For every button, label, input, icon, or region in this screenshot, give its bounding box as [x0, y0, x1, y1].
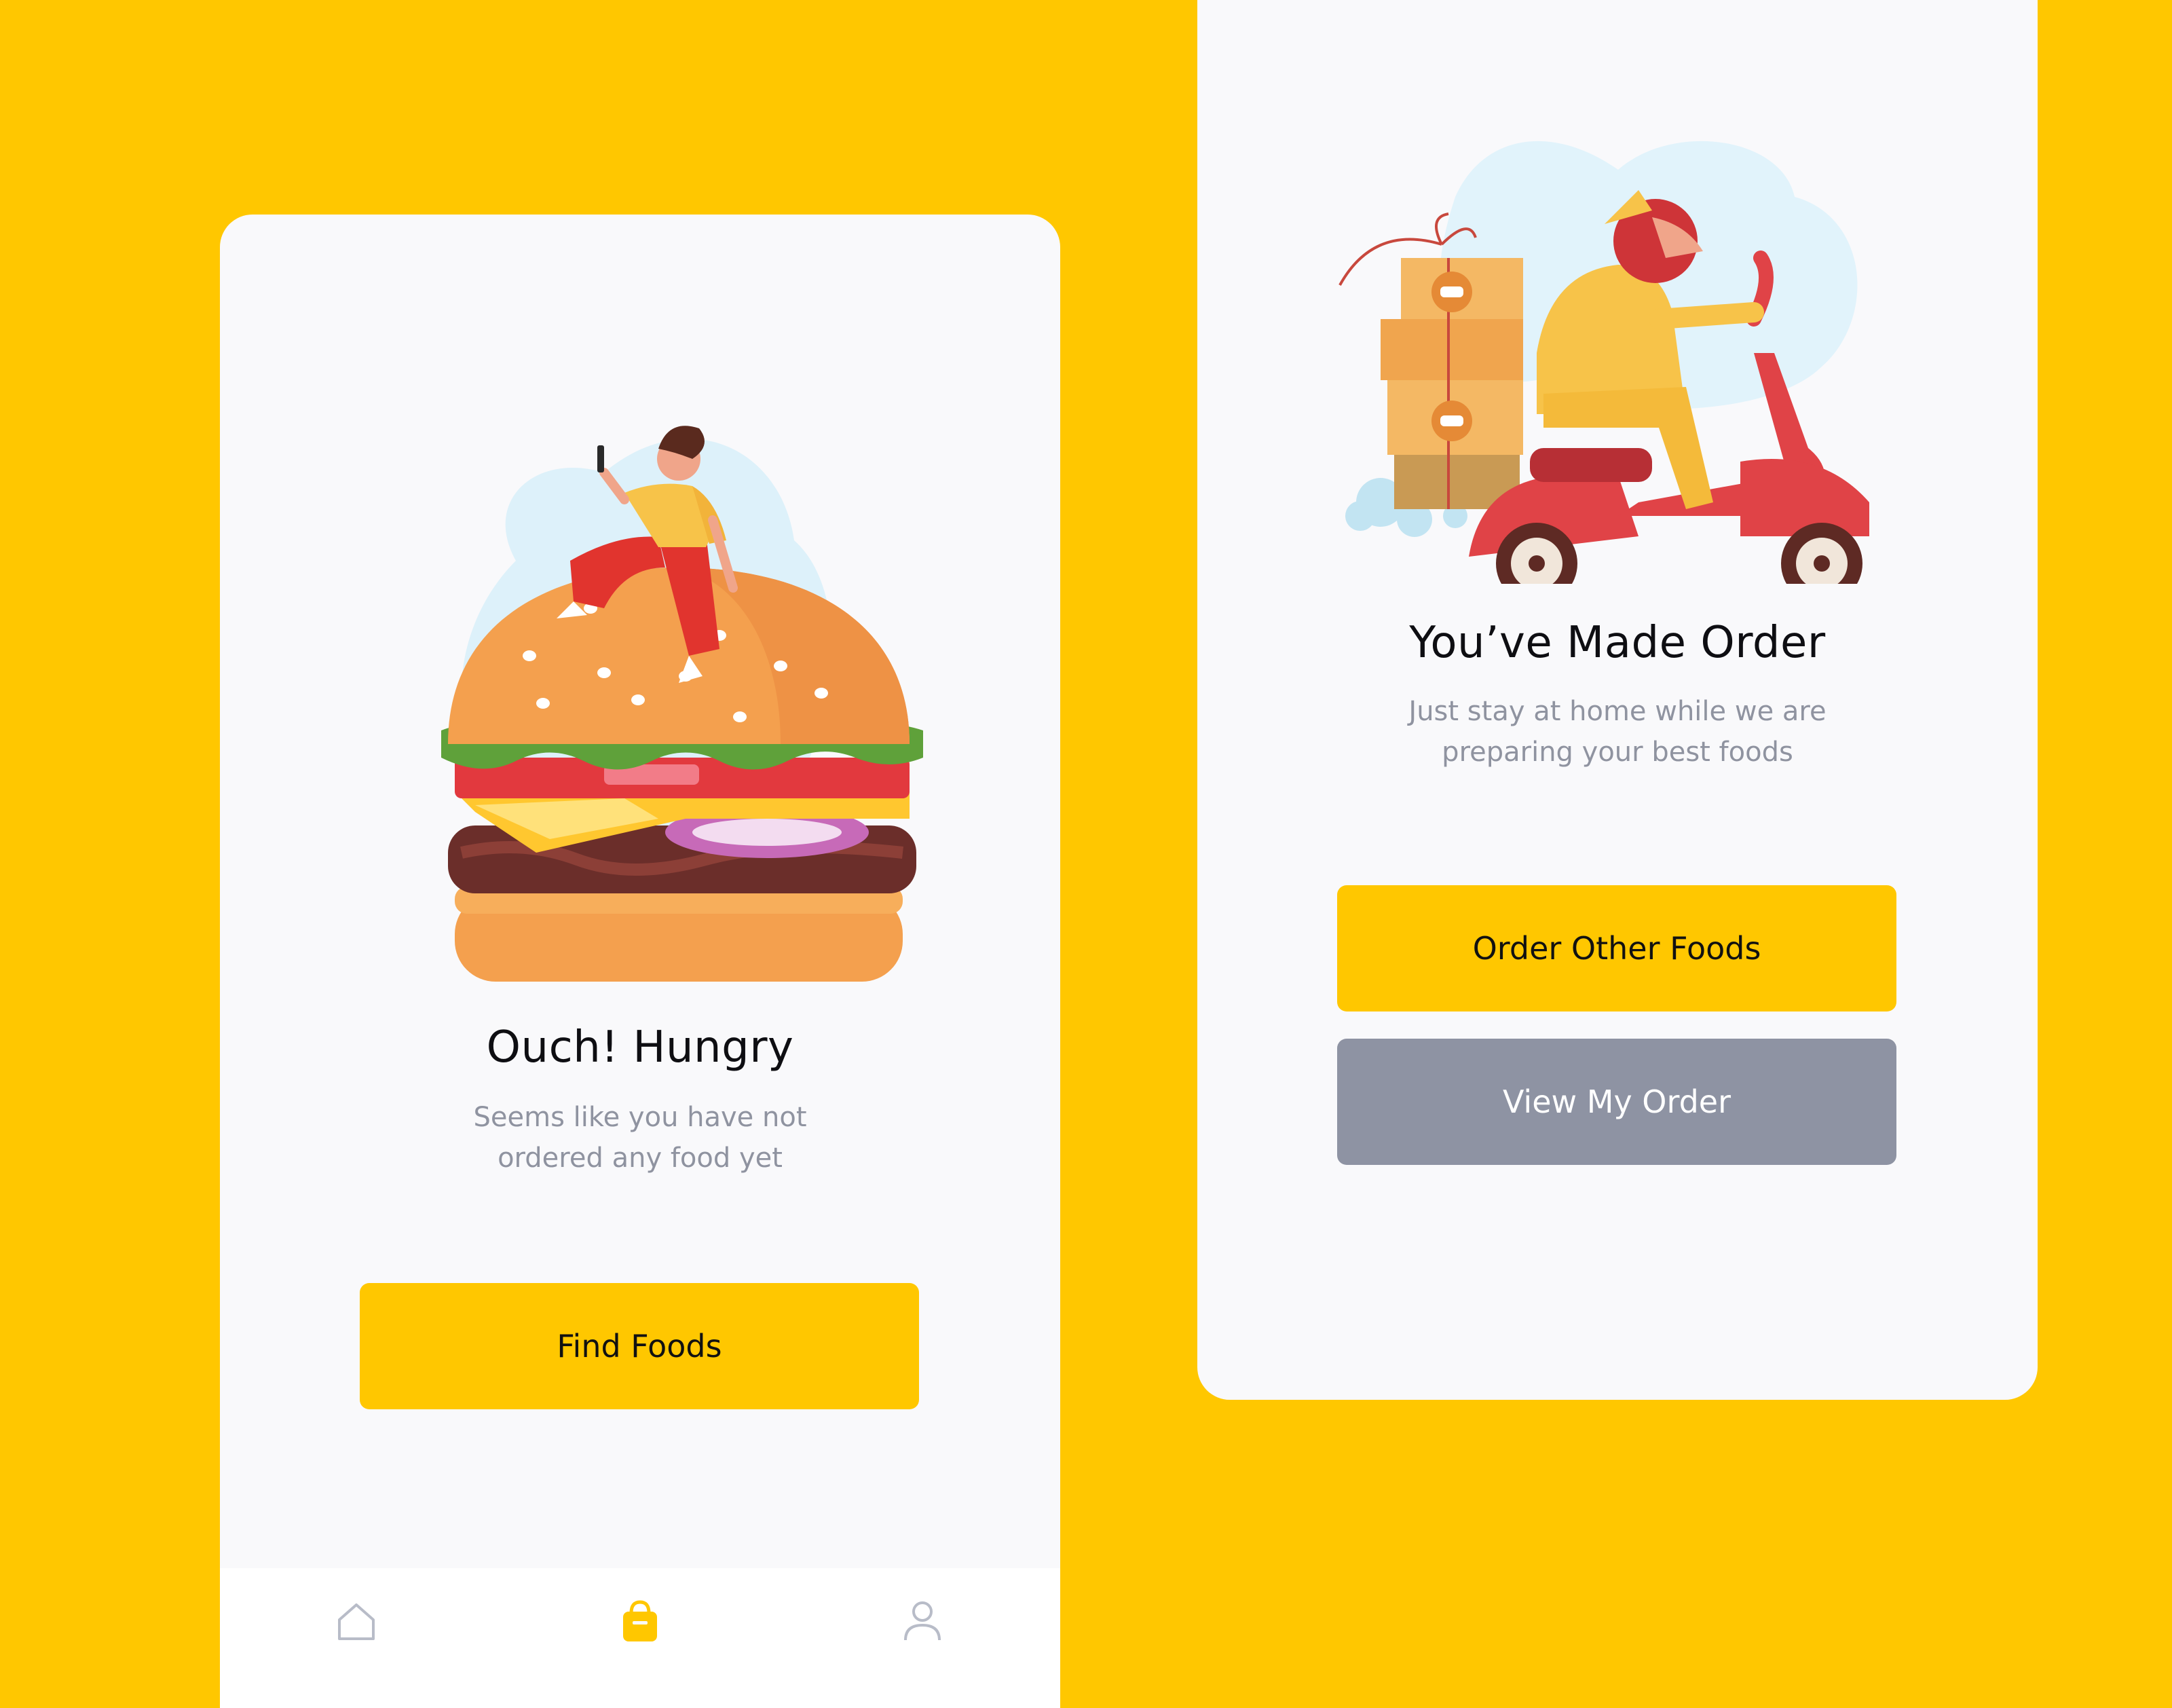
- delivery-scooter-illustration: [1338, 141, 1869, 584]
- shopping-bag-icon: [623, 1600, 657, 1641]
- tab-profile[interactable]: [899, 1597, 946, 1644]
- tab-home[interactable]: [333, 1597, 380, 1644]
- tab-orders[interactable]: [616, 1597, 664, 1644]
- bottom-tab-bar: [220, 1568, 1060, 1708]
- subtitle-line: preparing your best foods: [1442, 737, 1793, 768]
- empty-orders-subtitle: Seems like you have not ordered any food…: [220, 1097, 1060, 1178]
- profile-icon: [904, 1601, 941, 1641]
- subtitle-line: ordered any food yet: [498, 1143, 783, 1174]
- order-made-subtitle: Just stay at home while we are preparing…: [1197, 691, 2038, 773]
- empty-orders-screen: Ouch! Hungry Seems like you have not ord…: [220, 215, 1060, 1708]
- view-my-order-button[interactable]: View My Order: [1337, 1039, 1896, 1165]
- empty-orders-title: Ouch! Hungry: [486, 1022, 794, 1073]
- hungry-burger-illustration: [441, 426, 923, 982]
- subtitle-line: Seems like you have not: [473, 1102, 807, 1133]
- order-made-title: You’ve Made Order: [1409, 618, 1826, 668]
- home-icon: [338, 1603, 375, 1640]
- order-made-screen: You’ve Made Order Just stay at home whil…: [1197, 0, 2038, 1400]
- find-foods-button[interactable]: Find Foods: [360, 1283, 919, 1409]
- subtitle-line: Just stay at home while we are: [1408, 696, 1827, 727]
- order-other-foods-button[interactable]: Order Other Foods: [1337, 885, 1896, 1011]
